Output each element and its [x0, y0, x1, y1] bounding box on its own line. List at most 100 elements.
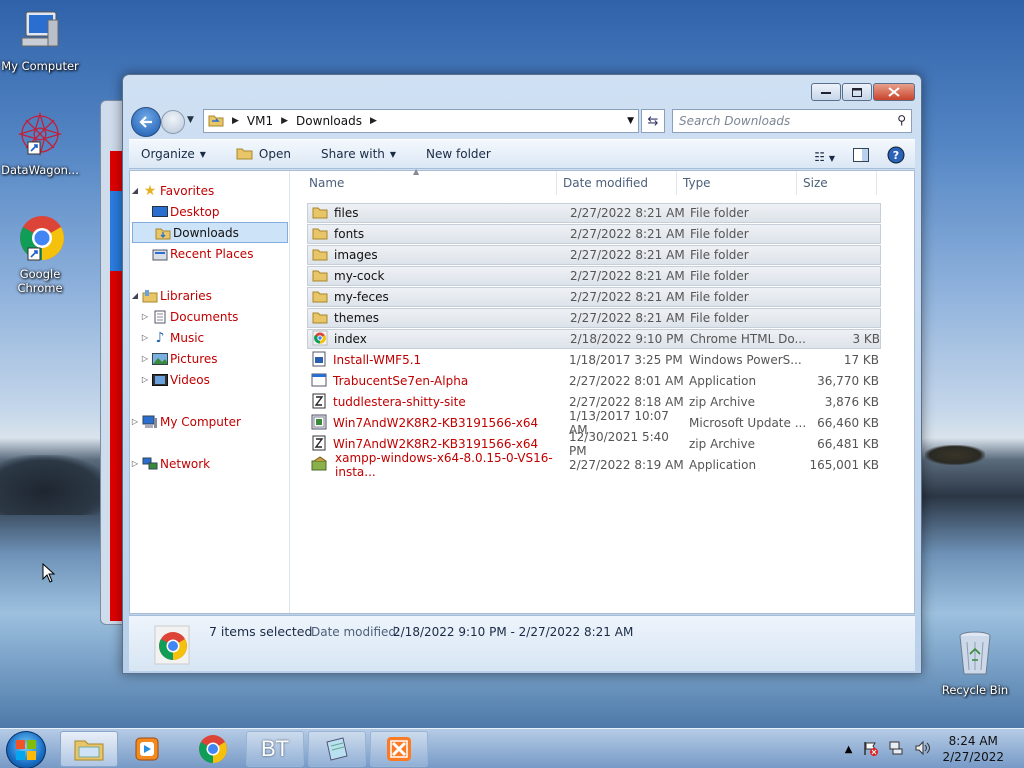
column-header-name[interactable]: Name ▲	[291, 167, 557, 195]
taskbar-notepad[interactable]	[308, 731, 366, 767]
nav-label: Videos	[170, 372, 210, 387]
explorer-window[interactable]: ▼ ▶ VM1 ▶ Downloads ▶ ▼ ⇆ Search Downloa…	[122, 74, 922, 674]
column-header-type[interactable]: Type	[677, 171, 797, 195]
update-package-icon	[311, 414, 327, 433]
organize-button[interactable]: Organize ▼	[141, 147, 206, 161]
file-list[interactable]: Name ▲ Date modified Type Size files 2/27…	[291, 167, 914, 613]
nav-recent-places[interactable]: Recent Places	[130, 243, 288, 264]
action-center-flag-icon[interactable]	[862, 740, 879, 759]
address-bar[interactable]: ▶ VM1 ▶ Downloads ▶ ▼	[203, 109, 639, 133]
close-button[interactable]	[873, 83, 915, 101]
file-date-modified: 2/27/2022 8:01 AM	[569, 374, 684, 388]
new-folder-button[interactable]: New folder	[426, 147, 491, 161]
file-type: Windows PowerS...	[689, 353, 802, 367]
desktop-icon-my-computer[interactable]: My Computer	[0, 8, 80, 73]
file-name-cell: TrabucentSe7en-Alpha	[307, 372, 555, 391]
taskbar-xampp[interactable]	[370, 731, 428, 767]
expand-arrow-icon[interactable]: ◢	[130, 186, 140, 195]
file-type: zip Archive	[689, 437, 755, 451]
file-name: xampp-windows-x64-8.0.15-0-VS16-insta...	[335, 451, 553, 479]
open-button[interactable]: Open	[236, 146, 291, 163]
expand-arrow-icon[interactable]: ▷	[130, 417, 140, 426]
file-name: my-feces	[334, 290, 389, 304]
file-name-cell: images	[308, 247, 556, 264]
file-name-cell: my-feces	[308, 289, 556, 306]
expand-arrow-icon[interactable]: ▷	[130, 459, 140, 468]
recent-pages-dropdown[interactable]: ▼	[187, 115, 194, 125]
file-type: Microsoft Update ...	[689, 416, 807, 430]
preview-pane-button[interactable]	[853, 148, 869, 165]
breadcrumb-vm1[interactable]: VM1	[247, 114, 273, 128]
file-row[interactable]: fonts 2/27/2022 8:21 AM File folder	[307, 224, 881, 244]
nav-my-computer[interactable]: ▷ My Computer	[130, 411, 288, 432]
nav-libraries[interactable]: ◢ Libraries	[130, 285, 288, 306]
volume-icon[interactable]	[914, 740, 932, 759]
file-row[interactable]: index 2/18/2022 9:10 PM Chrome HTML Do... 3…	[307, 329, 881, 349]
share-with-button[interactable]: Share with ▼	[321, 147, 396, 161]
nav-downloads[interactable]: Downloads	[132, 222, 288, 243]
desktop-icon-label: Google Chrome	[17, 267, 63, 295]
forward-button[interactable]	[161, 110, 185, 134]
breadcrumb-separator[interactable]: ▶	[281, 116, 288, 126]
nav-pictures[interactable]: ▷ Pictures	[130, 348, 288, 369]
folder-icon	[312, 226, 328, 243]
nav-videos[interactable]: ▷ Videos	[130, 369, 288, 390]
file-name: files	[334, 206, 359, 220]
search-input[interactable]: Search Downloads ⚲	[672, 109, 912, 133]
nav-desktop[interactable]: Desktop	[130, 201, 288, 222]
back-button[interactable]	[131, 107, 161, 137]
breadcrumb-separator[interactable]: ▶	[370, 116, 377, 126]
nav-label: Pictures	[170, 351, 218, 366]
expand-arrow-icon[interactable]: ▷	[140, 312, 150, 321]
navigation-pane[interactable]: ◢ ★ Favorites Desktop Downloads Recent P…	[130, 171, 290, 613]
desktop-icon-recycle-bin[interactable]: Recycle Bin	[935, 630, 1015, 697]
search-icon[interactable]: ⚲	[897, 113, 906, 127]
file-row[interactable]: Install-WMF5.1 1/18/2017 3:25 PM Windows P…	[307, 350, 881, 370]
file-row[interactable]: images 2/27/2022 8:21 AM File folder	[307, 245, 881, 265]
computer-icon	[0, 8, 80, 57]
file-row[interactable]: TrabucentSe7en-Alpha 2/27/2022 8:01 AM App…	[307, 371, 881, 391]
nav-network[interactable]: ▷ Network	[130, 453, 288, 474]
taskbar-bt[interactable]: BT	[246, 731, 304, 767]
minimize-button[interactable]	[811, 83, 841, 101]
change-view-button[interactable]: ☷ ▼	[814, 150, 835, 164]
help-button[interactable]: ?	[887, 146, 905, 167]
nav-music[interactable]: ▷ ♪ Music	[130, 327, 288, 348]
maximize-button[interactable]	[842, 83, 872, 101]
start-button[interactable]	[6, 731, 46, 768]
taskbar-explorer[interactable]	[60, 731, 118, 767]
show-hidden-icons-button[interactable]: ▲	[845, 744, 853, 755]
taskbar-media-player[interactable]	[118, 731, 176, 767]
nav-favorites[interactable]: ◢ ★ Favorites	[130, 180, 288, 201]
refresh-button[interactable]: ⇆	[641, 109, 665, 133]
column-header-date[interactable]: Date modified	[557, 171, 677, 195]
window-controls	[811, 83, 915, 101]
address-dropdown-icon[interactable]: ▼	[627, 116, 634, 126]
file-row[interactable]: xampp-windows-x64-8.0.15-0-VS16-insta...…	[307, 451, 881, 479]
music-icon: ♪	[155, 329, 165, 346]
breadcrumb-downloads[interactable]: Downloads	[296, 114, 362, 128]
nav-documents[interactable]: ▷ Documents	[130, 306, 288, 327]
file-row[interactable]: my-feces 2/27/2022 8:21 AM File folder	[307, 287, 881, 307]
file-row[interactable]: my-cock 2/27/2022 8:21 AM File folder	[307, 266, 881, 286]
file-row[interactable]: themes 2/27/2022 8:21 AM File folder	[307, 308, 881, 328]
expand-arrow-icon[interactable]: ▷	[140, 375, 150, 384]
expand-arrow-icon[interactable]: ◢	[130, 291, 140, 300]
details-pane: 7 items selected Date modified: 2/18/202…	[129, 615, 915, 671]
file-row[interactable]: files 2/27/2022 8:21 AM File folder	[307, 203, 881, 223]
videos-icon	[150, 373, 170, 386]
desktop-icon-label: Recycle Bin	[941, 683, 1009, 697]
desktop-icon-datawagon[interactable]: DataWagon...	[0, 110, 80, 177]
file-size: 3,876 KB	[824, 395, 879, 409]
clock[interactable]: 8:24 AM 2/27/2022	[942, 733, 1004, 765]
column-header-size[interactable]: Size	[797, 171, 877, 195]
chevron-down-icon: ▼	[828, 153, 835, 163]
taskbar-chrome[interactable]	[184, 731, 242, 767]
expand-arrow-icon[interactable]: ▷	[140, 354, 150, 363]
network-tray-icon[interactable]	[888, 740, 904, 759]
command-bar: Organize ▼ Open Share with ▼ New folder ☷ …	[129, 139, 915, 169]
desktop-icon-google-chrome[interactable]: Google Chrome	[0, 214, 80, 295]
breadcrumb-separator[interactable]: ▶	[232, 116, 239, 126]
expand-arrow-icon[interactable]: ▷	[140, 333, 150, 342]
file-date-modified: 2/27/2022 8:21 AM	[570, 290, 685, 304]
